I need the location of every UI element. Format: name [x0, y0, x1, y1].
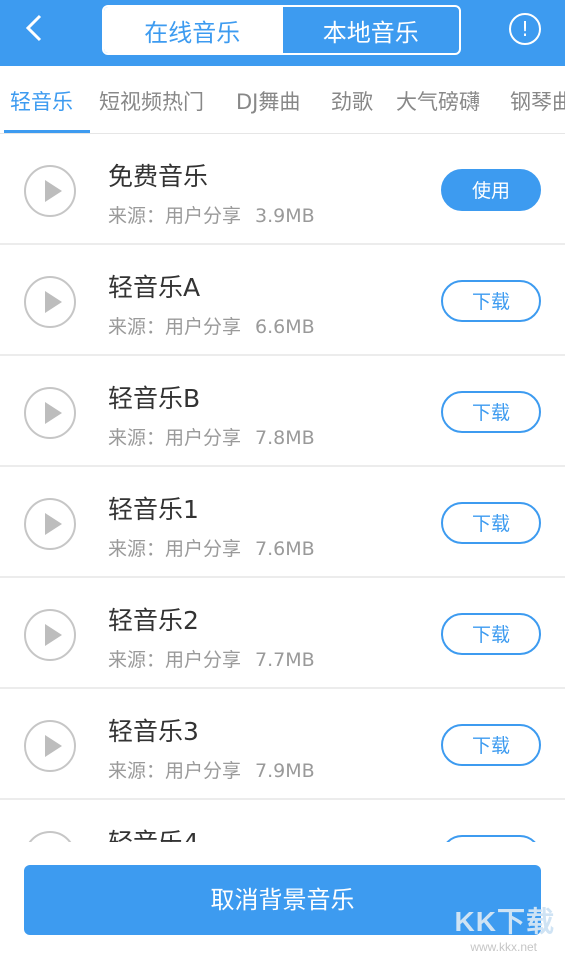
download-button[interactable]: 下载: [441, 613, 541, 655]
song-meta: 来源：用户分享 6.6MB: [108, 312, 315, 339]
song-size: 6.6MB: [255, 316, 315, 338]
song-source: 来源：用户分享: [108, 649, 242, 671]
active-tab-indicator: [4, 130, 90, 133]
divider: [0, 465, 565, 467]
list-item: 轻音乐A 来源：用户分享 6.6MB 下载: [0, 246, 565, 356]
chevron-left-icon: [25, 14, 42, 42]
play-icon[interactable]: [24, 498, 76, 550]
song-source: 来源：用户分享: [108, 205, 242, 227]
info-icon[interactable]: !: [509, 13, 541, 45]
play-icon[interactable]: [24, 609, 76, 661]
song-meta: 来源：用户分享 3.9MB: [108, 201, 315, 228]
divider: [0, 798, 565, 800]
category-tab-light-music[interactable]: 轻音乐: [10, 86, 73, 116]
song-source: 来源：用户分享: [108, 316, 242, 338]
top-bar: 在线音乐 本地音乐 !: [0, 0, 565, 66]
watermark-logo: KK下载: [454, 906, 555, 937]
divider: [0, 354, 565, 356]
category-tab-power-songs[interactable]: 劲歌: [331, 86, 373, 116]
song-meta: 来源：用户分享 7.6MB: [108, 534, 315, 561]
category-tab-majestic[interactable]: 大气磅礴: [396, 86, 480, 116]
tab-online-music[interactable]: 在线音乐: [104, 7, 281, 53]
use-button[interactable]: 使用: [441, 169, 541, 211]
download-button[interactable]: 下载: [441, 724, 541, 766]
song-size: 7.8MB: [255, 427, 315, 449]
divider: [0, 576, 565, 578]
song-title: 轻音乐4: [108, 823, 199, 842]
list-item: 轻音乐B 来源：用户分享 7.8MB 下载: [0, 357, 565, 467]
list-item: 轻音乐2 来源：用户分享 7.7MB 下载: [0, 579, 565, 689]
divider: [0, 243, 565, 245]
song-title: 轻音乐2: [108, 606, 199, 635]
song-meta: 来源：用户分享 7.9MB: [108, 756, 315, 783]
category-tabs: 轻音乐 短视频热门 DJ舞曲 劲歌 大气磅礴 钢琴曲: [0, 66, 565, 134]
list-item: 轻音乐4: [0, 801, 565, 842]
list-item: 免费音乐 来源：用户分享 3.9MB 使用: [0, 135, 565, 245]
song-source: 来源：用户分享: [108, 538, 242, 560]
category-tab-dj-dance[interactable]: DJ舞曲: [236, 86, 300, 116]
divider: [0, 687, 565, 689]
song-title: 轻音乐3: [108, 717, 199, 746]
tab-local-music[interactable]: 本地音乐: [280, 7, 460, 53]
play-icon[interactable]: [24, 276, 76, 328]
song-size: 3.9MB: [255, 205, 315, 227]
download-button[interactable]: 下载: [441, 502, 541, 544]
play-icon[interactable]: [24, 720, 76, 772]
download-button[interactable]: 下载: [441, 280, 541, 322]
list-item: 轻音乐3 来源：用户分享 7.9MB 下载: [0, 690, 565, 800]
music-source-toggle: 在线音乐 本地音乐: [102, 5, 461, 55]
play-icon[interactable]: [24, 831, 76, 842]
download-button[interactable]: [441, 835, 541, 842]
song-meta: 来源：用户分享 7.7MB: [108, 645, 315, 672]
song-list: 免费音乐 来源：用户分享 3.9MB 使用 轻音乐A 来源：用户分享 6.6MB 下…: [0, 135, 565, 842]
download-button[interactable]: 下载: [441, 391, 541, 433]
song-size: 7.6MB: [255, 538, 315, 560]
back-button[interactable]: [18, 12, 54, 48]
song-title: 轻音乐1: [108, 495, 199, 524]
song-source: 来源：用户分享: [108, 760, 242, 782]
watermark: KK下载 www.kkx.net: [447, 900, 565, 959]
song-title: 轻音乐B: [108, 384, 201, 413]
list-item: 轻音乐1 来源：用户分享 7.6MB 下载: [0, 468, 565, 578]
category-tab-piano[interactable]: 钢琴曲: [510, 86, 565, 116]
song-title: 轻音乐A: [108, 273, 201, 302]
song-size: 7.9MB: [255, 760, 315, 782]
play-icon[interactable]: [24, 387, 76, 439]
category-tab-short-video-hot[interactable]: 短视频热门: [99, 86, 204, 116]
play-icon[interactable]: [24, 165, 76, 217]
song-size: 7.7MB: [255, 649, 315, 671]
song-source: 来源：用户分享: [108, 427, 242, 449]
song-title: 免费音乐: [108, 162, 209, 191]
watermark-url: www.kkx.net: [470, 940, 537, 954]
song-meta: 来源：用户分享 7.8MB: [108, 423, 315, 450]
